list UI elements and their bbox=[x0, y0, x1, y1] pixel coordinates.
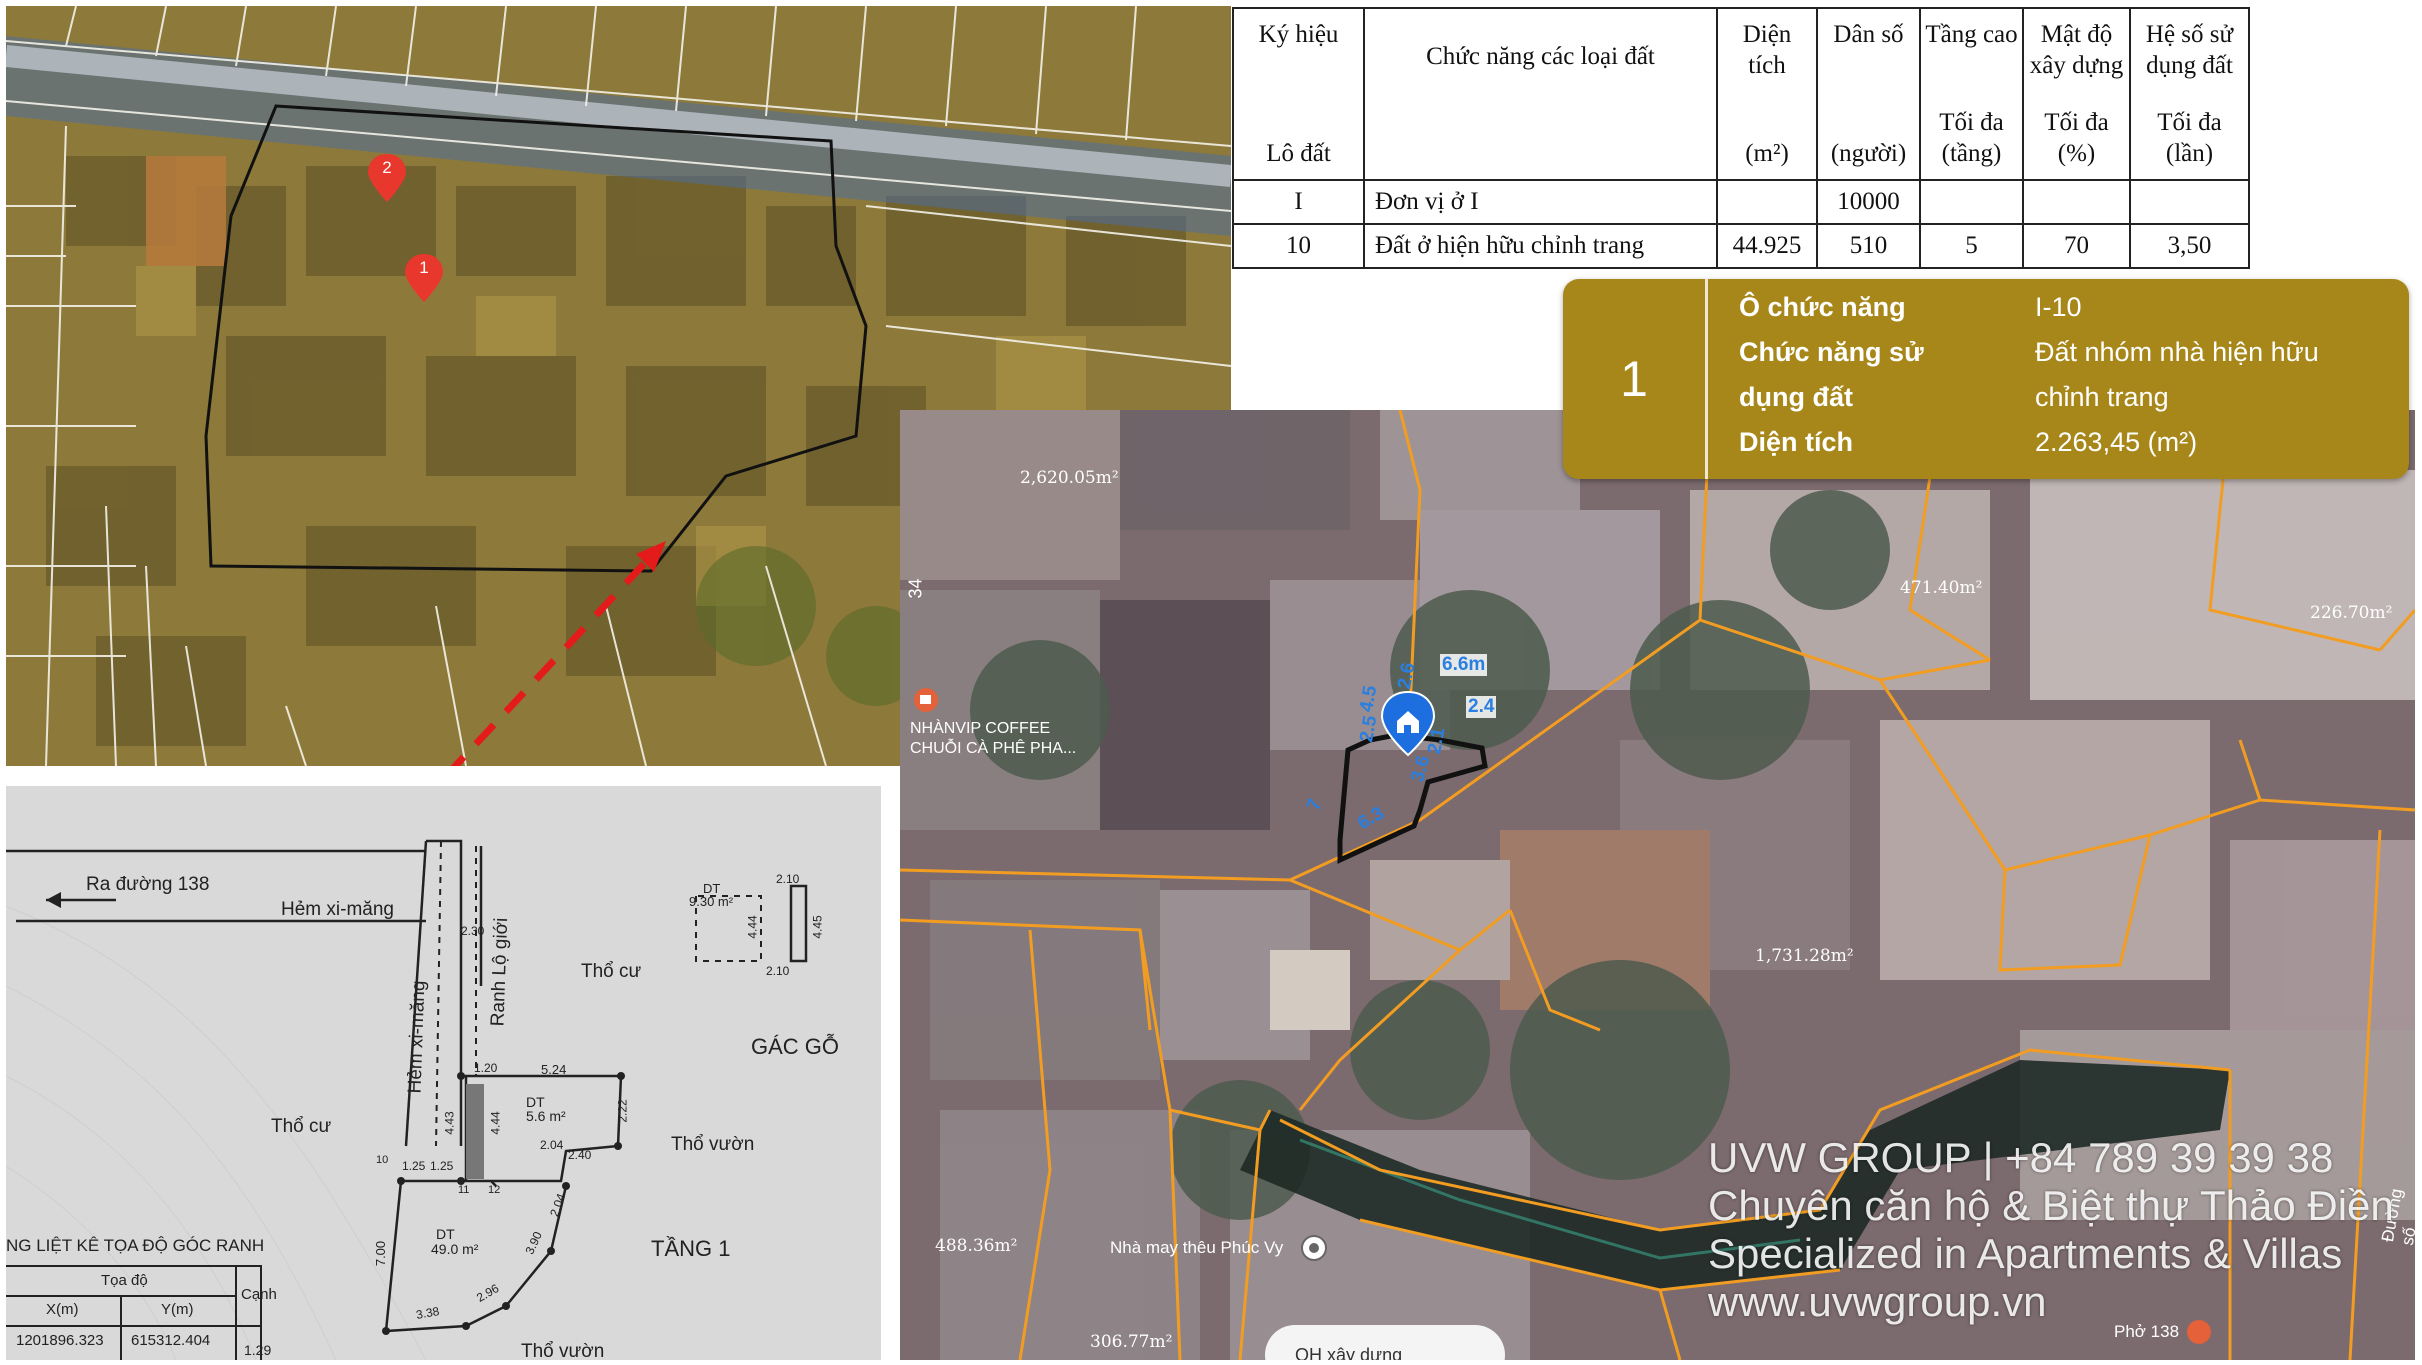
floor-label: GÁC GỖ bbox=[751, 1034, 840, 1059]
road-direction-label: Ra đường 138 bbox=[86, 874, 210, 895]
area-label: 306.77m² bbox=[1090, 1332, 1173, 1352]
point-label: 11 bbox=[458, 1184, 470, 1196]
planning-pill-button[interactable]: QH xây dựng bbox=[1295, 1345, 1402, 1360]
card-value: Đất nhóm nhà hiện hữu bbox=[2035, 337, 2319, 367]
header-density: Mật độ xây dựng Tối đa (%) bbox=[2022, 7, 2131, 181]
coord-y-value: 615312.404 bbox=[131, 1332, 211, 1349]
dim-label: 2.10 bbox=[766, 964, 790, 978]
card-label: Ô chức năng bbox=[1739, 292, 1906, 322]
street-number-label: 34 bbox=[905, 578, 926, 599]
dim-label: 4.43 bbox=[442, 1111, 457, 1135]
area-tag: DT bbox=[436, 1226, 455, 1242]
dim-label: 7.00 bbox=[373, 1240, 389, 1267]
area-label: 2,620.05m² bbox=[1020, 468, 1119, 488]
dim-label: 4.45 bbox=[810, 915, 825, 939]
card-value: I-10 bbox=[2035, 292, 2082, 322]
zone-label: Thổ cư bbox=[581, 961, 642, 982]
point-label: 12 bbox=[488, 1184, 501, 1196]
coord-col-x: X(m) bbox=[46, 1301, 79, 1318]
dimension-label: 4.5 bbox=[1356, 684, 1382, 714]
card-label: Chức năng sử bbox=[1739, 337, 1924, 367]
coord-table-title: NG LIỆT KÊ TỌA ĐỘ GÓC RANH bbox=[6, 1236, 265, 1255]
dim-label: 1.25 bbox=[430, 1159, 454, 1173]
zone-label: Thổ vườn bbox=[671, 1134, 755, 1155]
watermark-line: www.uvwgroup.vn bbox=[1708, 1278, 2047, 1325]
dim-label: 4.44 bbox=[745, 915, 760, 939]
coord-col-edge: Cạnh bbox=[241, 1286, 277, 1303]
poi-cafe-sublabel[interactable]: CHUỖI CÀ PHÊ PHA... bbox=[910, 740, 1076, 758]
card-value: 2.263,45 (m²) bbox=[2035, 427, 2198, 457]
floor-label: TẦNG 1 bbox=[651, 1236, 731, 1261]
dimension-label: 6.6m bbox=[1440, 654, 1488, 676]
poi-cafe-label[interactable]: NHÀNVIP COFFEE bbox=[910, 720, 1050, 738]
watermark-line: UVW GROUP | +84 789 39 39 38 bbox=[1708, 1134, 2334, 1181]
cafe-poi-icon bbox=[914, 688, 938, 712]
header-floors: Tầng cao Tối đa (tầng) bbox=[1919, 7, 2024, 181]
site-sketch-panel: Ra đường 138 Hẻm xi-măng Hẻm xi-măng Ran… bbox=[6, 786, 881, 1360]
dim-label: 2.10 bbox=[776, 872, 800, 886]
coord-edge-value: 1.29 bbox=[244, 1342, 272, 1358]
card-label: dụng đất bbox=[1739, 382, 1853, 412]
header-population: Dân số (người) bbox=[1816, 7, 1921, 181]
table-row: 10 Đất ở hiện hữu chỉnh trang 44.925 510… bbox=[1232, 223, 2250, 269]
area-label: 488.36m² bbox=[935, 1236, 1018, 1256]
area-tag-value: 49.0 m² bbox=[431, 1241, 479, 1257]
pin-2-label: 2 bbox=[382, 158, 392, 177]
area-label: 226.70m² bbox=[2310, 603, 2393, 623]
zone-label: Thổ cư bbox=[271, 1116, 332, 1137]
area-tag-value: 9.30 m² bbox=[689, 894, 734, 909]
header-function: Chức năng các loại đất bbox=[1363, 7, 1718, 181]
watermark-line: Specialized in Apartments & Villas bbox=[1708, 1230, 2343, 1277]
dim-label: 4.44 bbox=[488, 1111, 503, 1135]
coord-col-y: Y(m) bbox=[161, 1301, 194, 1318]
dimension-label: 2.4 bbox=[1466, 696, 1497, 718]
pin-1-label: 1 bbox=[419, 258, 429, 277]
dim-label: 2.22 bbox=[615, 1099, 630, 1123]
zoning-table: Ký hiệu Lô đất Chức năng các loại đất Diệ… bbox=[1232, 7, 2250, 269]
header-code: Ký hiệu Lô đất bbox=[1232, 7, 1365, 181]
dim-label: 1.20 bbox=[474, 1061, 498, 1075]
dimension-label: 2.6 bbox=[1394, 661, 1420, 691]
watermark: UVW GROUP | +84 789 39 39 38 Chuyên căn … bbox=[1708, 1134, 2394, 1326]
dim-label: 2.30 bbox=[461, 924, 485, 938]
plot-info-card: 1 Ô chức năng I-10 Chức năng sử Đất nhóm… bbox=[1563, 279, 2409, 479]
coord-table-header: Tọa độ bbox=[101, 1272, 148, 1289]
factory-poi-icon bbox=[1301, 1235, 1327, 1261]
card-value: chỉnh trang bbox=[2035, 382, 2169, 412]
card-label: Diện tích bbox=[1739, 427, 1854, 457]
table-row: I Đơn vị ở I 10000 bbox=[1232, 179, 2250, 225]
header-far: Hệ số sử dụng đất Tối đa (lần) bbox=[2129, 7, 2250, 181]
watermark-line: Chuyên căn hộ & Biệt thự Thảo Điền bbox=[1708, 1182, 2394, 1229]
area-label: 471.40m² bbox=[1900, 578, 1983, 598]
dim-label: 2.40 bbox=[568, 1148, 592, 1162]
area-tag-value: 5.6 m² bbox=[526, 1108, 566, 1124]
poi-factory-label[interactable]: Nhà may thêu Phúc Vy bbox=[1110, 1238, 1283, 1258]
coord-x-value: 1201896.323 bbox=[16, 1332, 104, 1349]
ditch-label: Ranh Lộ giới bbox=[487, 917, 513, 1027]
dim-label: 5.24 bbox=[541, 1062, 567, 1077]
point-label: 10 bbox=[376, 1154, 389, 1166]
table-header-row: Ký hiệu Lô đất Chức năng các loại đất Diệ… bbox=[1232, 7, 2250, 181]
plot-number: 1 bbox=[1563, 279, 1708, 479]
header-area: Diện tích (m²) bbox=[1716, 7, 1818, 181]
dim-label: 1.25 bbox=[402, 1159, 426, 1173]
alley-label: Hẻm xi-măng bbox=[281, 899, 394, 920]
alley-vertical-label: Hẻm xi-măng bbox=[404, 980, 430, 1094]
dimension-label: 2.1 bbox=[1424, 726, 1450, 756]
dimension-label: 2.5 bbox=[1356, 714, 1382, 744]
zone-label: Thổ vườn bbox=[521, 1341, 605, 1360]
dim-label: 2.04 bbox=[540, 1138, 564, 1152]
area-label: 1,731.28m² bbox=[1755, 946, 1854, 966]
